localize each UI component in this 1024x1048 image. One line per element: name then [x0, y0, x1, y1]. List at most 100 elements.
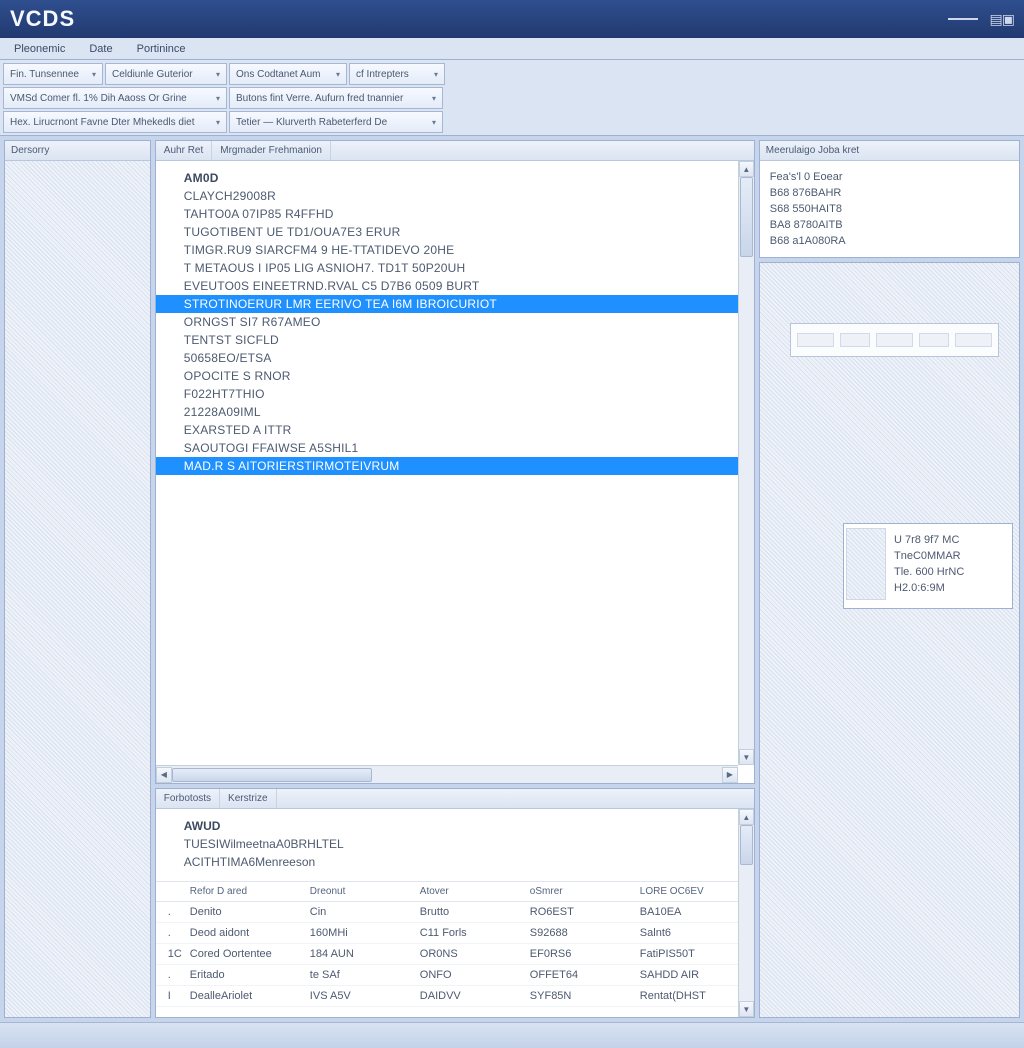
- cell: Cored Oortentee: [184, 944, 304, 964]
- info-panel-1: Meerulaigo Joba kret Fea's'l 0 EoearB68 …: [759, 140, 1020, 258]
- table-row[interactable]: .DenitoCinBruttoRO6ESTBA10EA: [156, 902, 754, 923]
- menu-item[interactable]: Pleonemic: [2, 40, 77, 58]
- column-header[interactable]: [162, 882, 184, 901]
- preview-slot: [790, 323, 999, 357]
- toolbar-button[interactable]: Celdiunle Guterior▾: [105, 63, 227, 85]
- overlay-card: U 7r8 9f7 MCTneC0MMARTle. 600 HrNCH2.0:6…: [843, 523, 1013, 609]
- list-item[interactable]: EVEUTO0S EINEETRND.RVAL C5 D7B6 0509 BUR…: [184, 277, 754, 295]
- toolbar-row-3: Hex. Lirucrnont Favne Dter Mhekedls diet…: [2, 110, 1022, 134]
- overlay-line: H2.0:6:9M: [894, 580, 964, 596]
- menu-bar: PleonemicDatePortinince: [0, 38, 1024, 60]
- vertical-scrollbar[interactable]: ▲ ▼: [738, 161, 754, 765]
- toolbar-button[interactable]: Hex. Lirucrnont Favne Dter Mhekedls diet…: [3, 111, 227, 133]
- bottom-tab[interactable]: Kerstrize: [220, 789, 276, 808]
- bottom-panel: ForbotostsKerstrize AWUDTUESIWilmeetnaA0…: [155, 788, 755, 1018]
- table-row[interactable]: IDealleArioletIVS A5VDAIDVVSYF85NRentat(…: [156, 986, 754, 1007]
- toolbar-button[interactable]: Ons Codtanet Aum▾: [229, 63, 347, 85]
- toolbar-button[interactable]: Butons fint Verre. Aufurn fred tnannier▾: [229, 87, 443, 109]
- chevron-down-icon: ▾: [210, 70, 220, 79]
- bottom-header-line: ACITHTIMA6Menreeson: [184, 853, 754, 871]
- list-item[interactable]: SAOUTOGI FFAIWSE A5SHIL1: [184, 439, 754, 457]
- toolbar-button[interactable]: VMSd Comer fl. 1% Dih Aaoss Or Grine▾: [3, 87, 227, 109]
- bottom-tabs: ForbotostsKerstrize: [156, 789, 754, 809]
- overlay-line: U 7r8 9f7 MC: [894, 532, 964, 548]
- toolbar-button[interactable]: Tetier — Klurverth Rabeterferd De▾: [229, 111, 443, 133]
- cell: .: [162, 965, 184, 985]
- menu-item[interactable]: Portinince: [125, 40, 198, 58]
- info-lines-1: Fea's'l 0 EoearB68 876BAHRS68 550HAIT8BA…: [760, 161, 1019, 257]
- list-item[interactable]: CLAYCH29008R: [184, 187, 754, 205]
- column-header[interactable]: Atover: [414, 882, 524, 901]
- cell: RO6EST: [524, 902, 634, 922]
- chevron-down-icon: ▾: [330, 70, 340, 79]
- list-item[interactable]: 50658EO/ETSA: [184, 349, 754, 367]
- table-row[interactable]: 1CCored Oortentee184 AUNOR0NSEF0RS6FatiP…: [156, 944, 754, 965]
- cell: Denito: [184, 902, 304, 922]
- toolbar-button[interactable]: cf Intrepters▾: [349, 63, 445, 85]
- list-item[interactable]: MAD.R S AITORIERSTIRMOTEIVRUM: [156, 457, 754, 475]
- list-item[interactable]: AM0D: [184, 169, 754, 187]
- menu-item[interactable]: Date: [77, 40, 124, 58]
- column-header[interactable]: LORE OC6EV: [634, 882, 754, 901]
- cell: Deod aidont: [184, 923, 304, 943]
- cell: BA10EA: [634, 902, 754, 922]
- chevron-down-icon: ▾: [210, 94, 220, 103]
- table-row[interactable]: .Eritadote SAfONFOOFFET64SAHDD AIR: [156, 965, 754, 986]
- chevron-down-icon: ▾: [426, 94, 436, 103]
- list-item[interactable]: TUGOTIBENT UE TD1/OUA7E3 ERUR: [184, 223, 754, 241]
- scroll-up-icon[interactable]: ▲: [739, 809, 754, 825]
- list-item[interactable]: TIMGR.RU9 SIARCFM4 9 HE-TTATIDEVO 20HE: [184, 241, 754, 259]
- list-item[interactable]: F022HT7THIO: [184, 385, 754, 403]
- column-header[interactable]: oSmrer: [524, 882, 634, 901]
- list-item[interactable]: TAHTO0A 07IP85 R4FFHD: [184, 205, 754, 223]
- cell: Salnt6: [634, 923, 754, 943]
- code-list[interactable]: AM0DCLAYCH29008RTAHTO0A 07IP85 R4FFHDTUG…: [156, 161, 754, 475]
- list-item[interactable]: STROTINOERUR LMR EERIVO TEA I6M IBROICUR…: [156, 295, 754, 313]
- cell: OR0NS: [414, 944, 524, 964]
- chevron-down-icon: ▾: [210, 118, 220, 127]
- scroll-left-icon[interactable]: ◀: [156, 767, 172, 783]
- cell: ONFO: [414, 965, 524, 985]
- cell: 160MHi: [304, 923, 414, 943]
- cell: DealleAriolet: [184, 986, 304, 1006]
- hscroll-thumb[interactable]: [172, 768, 372, 782]
- list-item[interactable]: TENTST SICFLD: [184, 331, 754, 349]
- scroll-thumb[interactable]: [740, 177, 753, 257]
- list-item[interactable]: ORNGST SI7 R67AMEO: [184, 313, 754, 331]
- list-item[interactable]: T METAOUS I IP05 LIG ASNIOH7. TD1T 50P20…: [184, 259, 754, 277]
- list-item[interactable]: OPOCITE S RNOR: [184, 367, 754, 385]
- scroll-up-icon[interactable]: ▲: [739, 161, 754, 177]
- bottom-tab[interactable]: Forbotosts: [156, 789, 220, 808]
- list-item[interactable]: 21228A09IML: [184, 403, 754, 421]
- left-panel-header: Dersorry: [5, 141, 150, 161]
- toolbar-button[interactable]: Fin. Tunsennee▾: [3, 63, 103, 85]
- column-header[interactable]: Dreonut: [304, 882, 414, 901]
- cell: .: [162, 902, 184, 922]
- cell: S92688: [524, 923, 634, 943]
- horizontal-scrollbar[interactable]: ◀ ▶: [156, 765, 738, 783]
- cell: .: [162, 923, 184, 943]
- cell: Brutto: [414, 902, 524, 922]
- scroll-down-icon[interactable]: ▼: [739, 1001, 754, 1017]
- scroll-down-icon[interactable]: ▼: [739, 749, 754, 765]
- cell: SYF85N: [524, 986, 634, 1006]
- info-line: B68 a1A080RA: [770, 233, 1009, 249]
- list-tab[interactable]: Auhr Ret: [156, 141, 212, 160]
- bottom-body: AWUDTUESIWilmeetnaA0BRHLTELACITHTIMA6Men…: [156, 809, 754, 1017]
- minimize-icon[interactable]: [948, 18, 978, 20]
- chevron-down-icon: ▾: [426, 118, 436, 127]
- info-line: S68 550HAIT8: [770, 201, 1009, 217]
- cell: 184 AUN: [304, 944, 414, 964]
- list-item[interactable]: EXARSTED A ITTR: [184, 421, 754, 439]
- bottom-vscroll[interactable]: ▲ ▼: [738, 809, 754, 1017]
- grid-header: Refor D aredDreonutAtoveroSmrerLORE OC6E…: [156, 881, 754, 902]
- left-panel: Dersorry: [4, 140, 151, 1018]
- column-header[interactable]: Refor D ared: [184, 882, 304, 901]
- info-line: BA8 8780AITB: [770, 217, 1009, 233]
- list-tab[interactable]: Mrgmader Frehmanion: [212, 141, 331, 160]
- preview-panel: U 7r8 9f7 MCTneC0MMARTle. 600 HrNCH2.0:6…: [759, 262, 1020, 1018]
- scroll-thumb[interactable]: [740, 825, 753, 865]
- list-panel: Auhr RetMrgmader Frehmanion AM0DCLAYCH29…: [155, 140, 755, 784]
- table-row[interactable]: .Deod aidont160MHiC11 ForlsS92688Salnt6: [156, 923, 754, 944]
- scroll-right-icon[interactable]: ▶: [722, 767, 738, 783]
